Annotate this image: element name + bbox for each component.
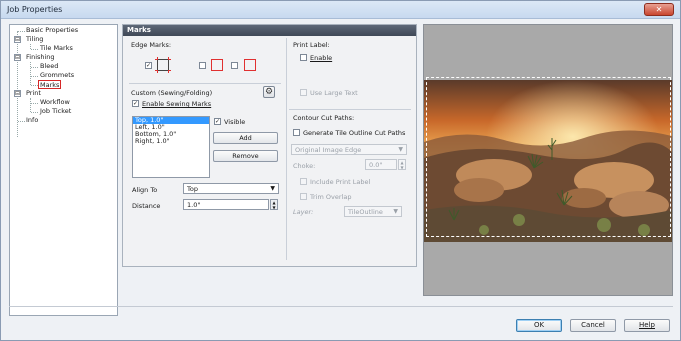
trim-overlap-checkbox[interactable] <box>300 193 307 200</box>
distance-input[interactable]: 1.0" <box>183 199 269 210</box>
spin-down-icon: ▼ <box>400 165 404 170</box>
crop-marks-icon <box>155 57 171 73</box>
tree-connector <box>31 76 38 77</box>
include-print-label-checkbox[interactable] <box>300 178 307 185</box>
sewing-marks-list[interactable]: Top, 1.0" Left, 1.0" Bottom, 1.0" Right,… <box>132 116 210 178</box>
tile-outline-marker <box>426 77 671 237</box>
collapse-icon[interactable]: ⊟ <box>14 54 21 61</box>
tree-item-workflow[interactable]: Workflow <box>40 98 70 107</box>
layer-label: Layer: <box>293 208 314 216</box>
generate-outline-checkbox[interactable] <box>293 129 300 136</box>
job-properties-window: Job Properties ✕ Basic Properties ⊟ Tili… <box>0 0 681 341</box>
tree-item-job-ticket[interactable]: Job Ticket <box>40 107 71 116</box>
footer-divider <box>9 306 673 307</box>
generate-outline-label: Generate Tile Outline Cut Paths <box>303 129 406 137</box>
ok-button[interactable]: OK <box>516 319 562 332</box>
include-print-label-label: Include Print Label <box>310 178 371 186</box>
use-large-text-label: Use Large Text <box>310 89 358 97</box>
custom-sewing-label: Custom (Sewing/Folding) <box>131 89 213 97</box>
choke-input[interactable]: 0.0" <box>365 159 397 170</box>
print-label-title: Print Label: <box>293 41 330 49</box>
distance-spinner[interactable]: ▲ ▼ <box>270 199 278 210</box>
align-to-label: Align To <box>132 186 158 194</box>
layer-value: TileOutline <box>348 208 383 216</box>
align-to-value: Top <box>187 185 198 193</box>
outline-icon <box>244 59 256 71</box>
choke-label: Choke: <box>293 162 316 170</box>
tree-connector <box>31 49 38 50</box>
enable-sewing-label: Enable Sewing Marks <box>142 100 212 108</box>
enable-label: Enable <box>310 54 333 62</box>
cancel-button[interactable]: Cancel <box>570 319 616 332</box>
column-separator <box>286 38 287 260</box>
contour-cut-paths-title: Contour Cut Paths: <box>293 114 355 122</box>
tree-item-tiling[interactable]: Tiling <box>26 35 43 44</box>
outline-checkbox[interactable] <box>231 62 238 69</box>
visible-checkbox[interactable]: ✓ <box>214 118 221 125</box>
spin-down-icon: ▼ <box>272 205 276 210</box>
visible-label: Visible <box>224 118 246 126</box>
tree-connector <box>31 103 38 104</box>
collapse-icon[interactable]: ⊟ <box>14 90 21 97</box>
tree-item-info[interactable]: Info <box>26 116 38 125</box>
section-divider <box>129 83 281 84</box>
section-divider <box>289 109 411 110</box>
title-bar: Job Properties ✕ <box>1 1 680 19</box>
edge-marks-checkbox[interactable]: ✓ <box>145 62 152 69</box>
edge-source-value: Original Image Edge <box>295 146 362 154</box>
tree-connector <box>31 67 38 68</box>
marks-panel: Marks Edge Marks: ✓ Print Label: Enable … <box>122 24 417 267</box>
chevron-down-icon: ▼ <box>398 146 403 153</box>
use-large-text-checkbox[interactable] <box>300 89 307 96</box>
close-icon: ✕ <box>655 5 663 14</box>
tree-item-bleed[interactable]: Bleed <box>40 62 58 71</box>
properties-tree: Basic Properties ⊟ Tiling Tile Marks ⊟ F… <box>9 24 118 316</box>
add-button[interactable]: Add <box>213 132 278 144</box>
tree-item-marks[interactable]: Marks <box>38 80 62 89</box>
close-button[interactable]: ✕ <box>644 3 674 16</box>
list-item[interactable]: Right, 1.0" <box>133 138 209 145</box>
tree-item-grommets[interactable]: Grommets <box>40 71 74 80</box>
choke-spinner[interactable]: ▲ ▼ <box>398 159 406 170</box>
tree-connector <box>30 98 31 112</box>
help-button[interactable]: Help <box>624 319 670 332</box>
remove-button[interactable]: Remove <box>213 150 278 162</box>
chevron-down-icon: ▼ <box>270 185 275 192</box>
edge-source-select[interactable]: Original Image Edge ▼ <box>291 144 407 155</box>
align-to-select[interactable]: Top ▼ <box>183 183 279 194</box>
tree-item-basic-properties[interactable]: Basic Properties <box>26 26 78 35</box>
enable-sewing-checkbox[interactable]: ✓ <box>132 100 139 107</box>
enable-print-label-checkbox[interactable] <box>300 54 307 61</box>
tree-item-tile-marks[interactable]: Tile Marks <box>40 44 73 53</box>
distance-label: Distance <box>132 202 161 210</box>
tree-item-finishing[interactable]: Finishing <box>26 53 55 62</box>
tree-connector <box>31 85 38 86</box>
edge-line-icon <box>211 59 223 71</box>
gear-icon: ⚙ <box>264 87 274 97</box>
tree-connector <box>18 31 25 32</box>
edge-marks-label: Edge Marks: <box>131 41 172 49</box>
window-title: Job Properties <box>7 5 63 14</box>
tree-connector <box>31 112 38 113</box>
panel-header: Marks <box>123 25 416 36</box>
layer-select[interactable]: TileOutline ▼ <box>344 206 402 217</box>
tree-connector <box>18 121 25 122</box>
trim-overlap-label: Trim Overlap <box>310 193 352 201</box>
collapse-icon[interactable]: ⊟ <box>14 36 21 43</box>
settings-button[interactable]: ⚙ <box>263 86 275 98</box>
preview-pane <box>423 24 673 296</box>
tree-connector <box>30 62 31 85</box>
chevron-down-icon: ▼ <box>393 208 398 215</box>
tree-item-print[interactable]: Print <box>26 89 41 98</box>
edge-line-checkbox[interactable] <box>199 62 206 69</box>
